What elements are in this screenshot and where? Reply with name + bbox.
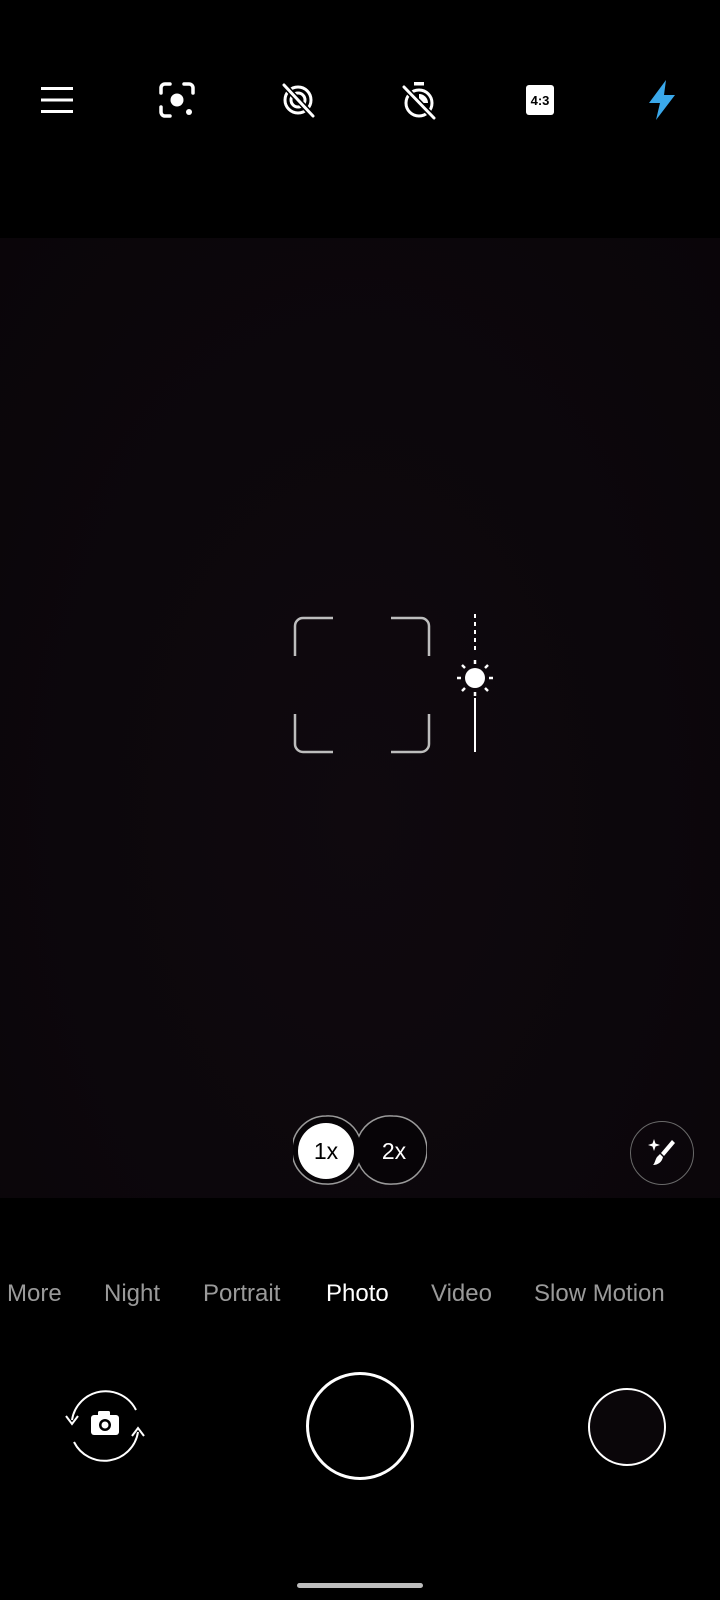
magic-brush-icon (648, 1139, 675, 1165)
timer-off-icon (401, 82, 437, 120)
ai-scene-off-icon (281, 82, 316, 119)
mode-more[interactable]: More (7, 1280, 62, 1308)
flash-icon (649, 80, 675, 120)
zoom-1x-button[interactable]: 1x (298, 1123, 354, 1179)
sun-exposure-icon (457, 660, 493, 696)
mode-night[interactable]: Night (104, 1280, 160, 1308)
mode-portrait[interactable]: Portrait (203, 1280, 280, 1308)
mode-carousel: More Night Portrait Photo Video Slow Mot… (0, 1280, 720, 1320)
switch-camera-button[interactable] (62, 1386, 148, 1466)
home-indicator[interactable] (297, 1583, 423, 1588)
zoom-selector: 1x 2x (293, 1114, 427, 1186)
aspect-ratio-button[interactable]: 4:3 (510, 70, 570, 130)
mode-photo[interactable]: Photo (326, 1280, 389, 1308)
menu-button[interactable] (27, 70, 87, 130)
camera-screen: 4:3 1x 2x More Night Portrait Photo Vide… (0, 0, 720, 1600)
focus-frame-icon (293, 616, 431, 754)
zoom-2x-button[interactable]: 2x (366, 1123, 422, 1179)
mode-slow-motion[interactable]: Slow Motion (534, 1280, 665, 1308)
top-toolbar: 4:3 (0, 0, 720, 238)
shutter-button[interactable] (306, 1372, 414, 1480)
exposure-slider[interactable] (455, 612, 495, 754)
gallery-thumbnail[interactable] (588, 1388, 666, 1466)
mode-video[interactable]: Video (431, 1280, 492, 1308)
ai-scene-button[interactable] (268, 70, 328, 130)
flash-button[interactable] (632, 70, 692, 130)
aspect-ratio-icon: 4:3 (526, 85, 554, 115)
menu-icon (41, 87, 73, 113)
google-lens-icon (159, 82, 195, 118)
timer-button[interactable] (389, 70, 449, 130)
beauty-filter-button[interactable] (630, 1121, 694, 1185)
switch-camera-icon (65, 1390, 145, 1462)
google-lens-button[interactable] (147, 70, 207, 130)
